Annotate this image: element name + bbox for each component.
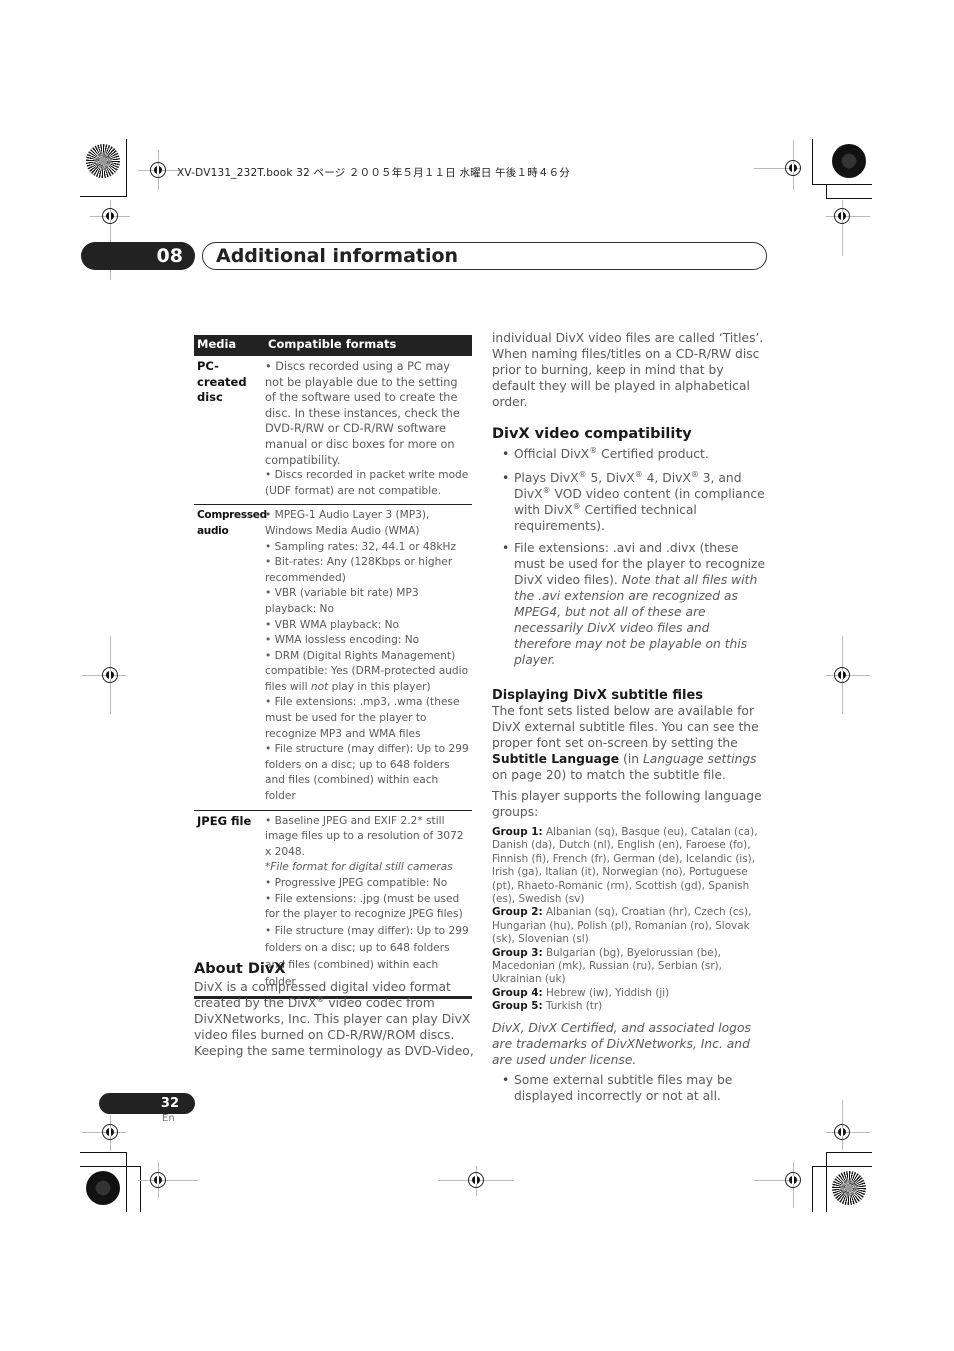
- trim-line: [812, 1166, 872, 1167]
- trademark-notice: DivX, DivX Certified, and associated log…: [492, 1020, 751, 1067]
- format-item: • File extensions: .mp3, .wma (these mus…: [265, 696, 460, 740]
- page-language: En: [162, 1113, 175, 1124]
- registration-target-icon: [102, 1124, 118, 1140]
- trim-line: [126, 1152, 127, 1212]
- trim-line: [126, 139, 127, 196]
- list-item: Official DivX® Certified product.: [492, 446, 768, 462]
- media-cell: PC-created disc: [197, 359, 247, 405]
- registration-starburst-icon: [86, 1171, 120, 1205]
- language-group: Group 1: Albanian (sq), Basque (eu), Cat…: [492, 826, 758, 906]
- format-item: • Discs recorded using a PC may not be p…: [265, 360, 460, 467]
- chapter-number: 08: [81, 242, 195, 270]
- registration-target-icon: [785, 1172, 801, 1188]
- trim-line: [80, 1152, 127, 1153]
- list-item: Plays DivX® 5, DivX® 4, DivX® 3, and Div…: [492, 470, 768, 534]
- registration-target-icon: [834, 208, 850, 224]
- divx-compat-heading: DivX video compatibility: [492, 426, 692, 442]
- subtitle-paragraph: The font sets listed below are available…: [492, 704, 759, 782]
- language-groups-intro: This player supports the following langu…: [492, 789, 762, 819]
- format-item: • VBR (variable bit rate) MP3 playback: …: [265, 587, 419, 615]
- header-media: Media: [197, 337, 237, 351]
- registration-target-icon: [102, 208, 118, 224]
- media-cell: Compressed audio: [197, 509, 267, 537]
- registration-target-icon: [102, 667, 118, 683]
- format-item: • MPEG-1 Audio Layer 3 (MP3), Windows Me…: [265, 509, 430, 537]
- trim-line: [812, 1166, 813, 1212]
- registration-starburst-icon: [832, 1171, 866, 1205]
- about-divx-text: DivX is a compressed digital video forma…: [194, 980, 474, 1058]
- table-row: PC-created disc • Discs recorded using a…: [194, 356, 472, 506]
- trim-line: [80, 1166, 141, 1167]
- crosshair-line: [138, 1180, 198, 1181]
- about-divx-heading: About DivX: [194, 961, 286, 977]
- trim-line: [812, 184, 872, 185]
- compatibility-table: Media Compatible formats PC-created disc…: [194, 335, 472, 999]
- trim-line: [826, 1152, 827, 1212]
- table-header: Media Compatible formats: [194, 335, 472, 356]
- language-groups: Group 1: Albanian (sq), Basque (eu), Cat…: [492, 826, 768, 1014]
- format-item: • Sampling rates: 32, 44.1 or 48kHz: [265, 540, 457, 553]
- header-compatible-formats: Compatible formats: [268, 337, 397, 351]
- format-item: *File format for digital still cameras: [265, 861, 453, 874]
- language-group: Group 4: Hebrew (iw), Yiddish (ji): [492, 986, 670, 999]
- language-group: Group 3: Bulgarian (bg), Byelorussian (b…: [492, 946, 722, 986]
- format-item: • Progressive JPEG compatible: No: [265, 877, 448, 889]
- trim-line: [812, 139, 813, 184]
- language-group: Group 5: Turkish (tr): [492, 1000, 603, 1013]
- titles-paragraph: individual DivX video files are called ‘…: [492, 331, 764, 409]
- registration-target-icon: [150, 162, 166, 178]
- formats-cell: • Discs recorded using a PC may not be p…: [265, 359, 472, 499]
- registration-target-icon: [834, 1124, 850, 1140]
- trim-line: [826, 198, 872, 199]
- format-item: • WMA lossless encoding: No: [265, 634, 420, 647]
- format-item: • Bit-rates: Any (128Kbps or higher reco…: [265, 556, 453, 584]
- list-item: File extensions: .avi and .divx (these m…: [492, 540, 768, 668]
- format-item: • VBR WMA playback: No: [265, 618, 400, 631]
- formats-cell: • MPEG-1 Audio Layer 3 (MP3), Windows Me…: [265, 508, 472, 804]
- chapter-title: Additional information: [216, 245, 459, 267]
- table-row: Compressed audio • MPEG-1 Audio Layer 3 …: [194, 505, 472, 811]
- subtitle-heading: Displaying DivX subtitle files: [492, 688, 704, 703]
- format-item: • File structure (may differ): Up to 299…: [265, 743, 469, 803]
- list-item: Some external subtitle files may be disp…: [492, 1072, 768, 1104]
- format-item: • Baseline JPEG and EXIF 2.2* still imag…: [265, 814, 464, 858]
- registration-target-icon: [468, 1172, 484, 1188]
- format-item: • File extensions: .jpg (must be used fo…: [265, 892, 463, 921]
- trim-line: [826, 184, 827, 199]
- format-item: • Discs recorded in packet write mode (U…: [265, 469, 469, 497]
- registration-target-icon: [785, 160, 801, 176]
- subtitle-notes: Some external subtitle files may be disp…: [492, 1072, 768, 1104]
- page-number: 32: [99, 1093, 195, 1114]
- registration-target-icon: [150, 1172, 166, 1188]
- right-column: individual DivX video files are called ‘…: [492, 330, 768, 1109]
- divx-compat-list: Official DivX® Certified product. Plays …: [492, 446, 768, 668]
- registration-starburst-icon: [86, 144, 120, 178]
- language-group: Group 2: Albanian (sq), Croatian (hr), C…: [492, 906, 752, 946]
- registration-starburst-icon: [832, 144, 866, 178]
- trim-line: [826, 1152, 872, 1153]
- registration-target-icon: [834, 667, 850, 683]
- print-slug: XV-DV131_232T.book 32 ページ ２００５年５月１１日 水曜日…: [177, 167, 571, 179]
- trim-line: [140, 1166, 141, 1212]
- trim-line: [80, 196, 127, 197]
- format-item: • DRM (Digital Rights Management) compat…: [265, 649, 469, 693]
- about-divx-section: About DivX DivX is a compressed digital …: [194, 961, 474, 1059]
